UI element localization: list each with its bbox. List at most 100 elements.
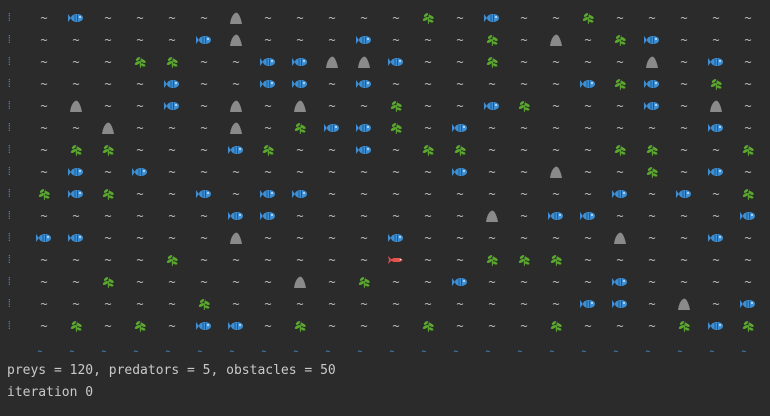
prey-fish-icon	[444, 161, 476, 183]
water-cell: ~	[712, 143, 720, 157]
water-cell: ~	[232, 77, 240, 91]
water-cell: ~	[744, 33, 752, 47]
water-cell: ~	[648, 231, 656, 245]
plant-icon	[252, 139, 284, 161]
water-cell: ~	[328, 99, 336, 113]
water-cell: ~	[136, 121, 144, 135]
prey-fish-icon	[348, 117, 380, 139]
prey-fish-icon	[348, 73, 380, 95]
water-cell: ~	[168, 165, 176, 179]
grid-edge-marker: ⁞	[6, 55, 13, 68]
water-cell: ~	[136, 99, 144, 113]
iteration-counter: iteration 0	[7, 385, 94, 400]
prey-fish-icon	[540, 205, 572, 227]
prey-fish-icon	[444, 117, 476, 139]
grid-edge-marker: ⁞	[6, 33, 13, 46]
prey-fish-icon	[604, 271, 636, 293]
water-cell: ~	[680, 275, 688, 289]
obstacle-rock-icon	[540, 29, 572, 51]
water-cell: ~	[424, 297, 432, 311]
water-cell: ~	[488, 187, 496, 201]
water-cell: ~	[680, 231, 688, 245]
water-cell: ~	[552, 275, 560, 289]
plant-icon	[476, 29, 508, 51]
water-cell: ~	[488, 231, 496, 245]
water-cell: ~	[744, 165, 752, 179]
obstacle-rock-icon	[636, 51, 668, 73]
water-cell: ~	[584, 55, 592, 69]
water-cell: ~	[680, 33, 688, 47]
plant-icon	[284, 315, 316, 337]
prey-fish-icon	[700, 161, 732, 183]
grid-bottom-marker: ˷	[230, 340, 237, 353]
plant-icon	[380, 95, 412, 117]
prey-fish-icon	[60, 183, 92, 205]
water-cell: ~	[200, 77, 208, 91]
water-cell: ~	[680, 55, 688, 69]
water-cell: ~	[584, 33, 592, 47]
water-cell: ~	[488, 275, 496, 289]
water-cell: ~	[168, 319, 176, 333]
water-cell: ~	[584, 187, 592, 201]
prey-fish-icon	[28, 227, 60, 249]
grid-edge-marker: ⁞	[6, 187, 13, 200]
prey-fish-icon	[156, 73, 188, 95]
plant-icon	[604, 139, 636, 161]
water-cell: ~	[168, 121, 176, 135]
water-cell: ~	[552, 121, 560, 135]
prey-fish-icon	[476, 95, 508, 117]
water-cell: ~	[456, 11, 464, 25]
prey-fish-icon	[444, 271, 476, 293]
grid-bottom-marker: ˷	[518, 340, 525, 353]
grid-edge-marker: ⁞	[6, 275, 13, 288]
water-cell: ~	[200, 275, 208, 289]
water-cell: ~	[104, 77, 112, 91]
water-cell: ~	[456, 99, 464, 113]
plant-icon	[284, 117, 316, 139]
obstacle-rock-icon	[220, 117, 252, 139]
water-cell: ~	[520, 11, 528, 25]
grid-bottom-marker: ˷	[166, 340, 173, 353]
plant-icon	[732, 315, 764, 337]
water-cell: ~	[456, 33, 464, 47]
water-cell: ~	[648, 187, 656, 201]
water-cell: ~	[296, 253, 304, 267]
water-cell: ~	[328, 143, 336, 157]
plant-icon	[700, 73, 732, 95]
water-cell: ~	[552, 99, 560, 113]
water-cell: ~	[744, 77, 752, 91]
water-cell: ~	[488, 165, 496, 179]
water-cell: ~	[456, 55, 464, 69]
prey-fish-icon	[668, 183, 700, 205]
prey-fish-icon	[284, 51, 316, 73]
water-cell: ~	[264, 253, 272, 267]
water-cell: ~	[488, 77, 496, 91]
water-cell: ~	[72, 209, 80, 223]
water-cell: ~	[104, 319, 112, 333]
water-cell: ~	[104, 165, 112, 179]
water-cell: ~	[40, 11, 48, 25]
water-cell: ~	[40, 33, 48, 47]
water-cell: ~	[520, 33, 528, 47]
water-cell: ~	[40, 99, 48, 113]
plant-icon	[124, 315, 156, 337]
water-cell: ~	[168, 187, 176, 201]
water-cell: ~	[744, 99, 752, 113]
plant-icon	[636, 139, 668, 161]
water-cell: ~	[200, 99, 208, 113]
prey-fish-icon	[476, 7, 508, 29]
water-cell: ~	[232, 187, 240, 201]
water-cell: ~	[424, 77, 432, 91]
water-cell: ~	[456, 231, 464, 245]
plant-icon	[380, 117, 412, 139]
water-cell: ~	[40, 77, 48, 91]
plant-icon	[444, 139, 476, 161]
water-cell: ~	[200, 165, 208, 179]
water-cell: ~	[168, 11, 176, 25]
obstacle-rock-icon	[540, 161, 572, 183]
plant-icon	[476, 249, 508, 271]
water-cell: ~	[104, 209, 112, 223]
grid-edge-marker: ⁞	[6, 143, 13, 156]
water-cell: ~	[328, 209, 336, 223]
prey-fish-icon	[252, 183, 284, 205]
